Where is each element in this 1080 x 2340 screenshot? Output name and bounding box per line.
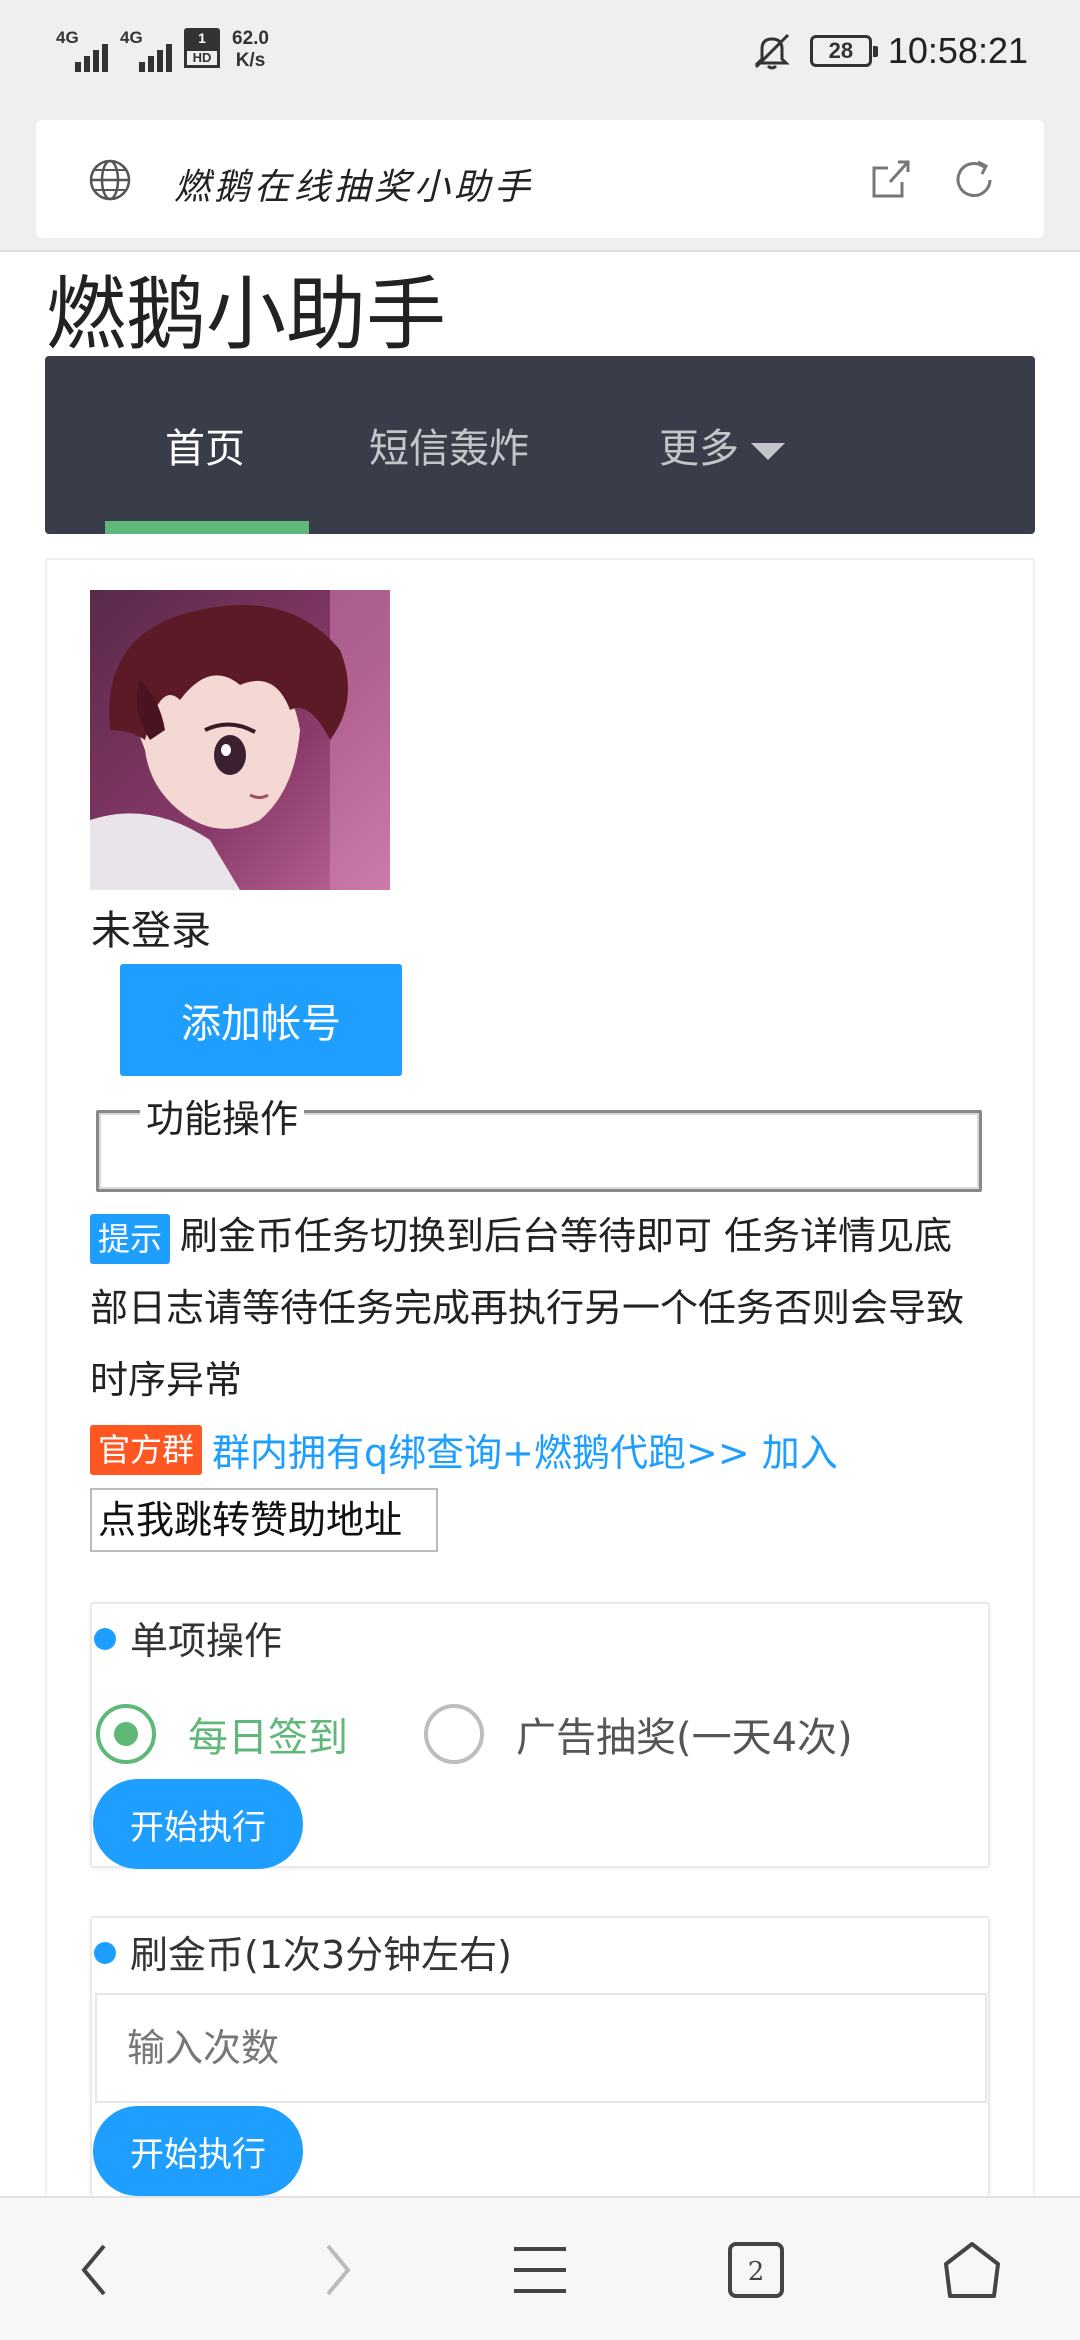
browser-page-title[interactable]: 燃鹅在线抽奖小助手 <box>174 158 534 210</box>
tip-notice: 提示 刷金币任务切换到后台等待即可 任务详情见底部日志请等待任务完成再执行另一个任… <box>90 1200 990 1416</box>
menu-button[interactable] <box>480 2198 600 2340</box>
radio-ad-lottery-label: 广告抽奖(一天4次) <box>516 1715 853 1761</box>
hd-bottom-label: HD <box>184 48 220 68</box>
home-icon <box>944 2242 1000 2298</box>
forward-button[interactable] <box>276 2198 396 2340</box>
battery-icon: 28 <box>809 35 878 67</box>
radio-daily-signin-label: 每日签到 <box>188 1715 348 1761</box>
reload-icon[interactable] <box>950 156 998 204</box>
coin-op-title: 刷金币(1次3分钟左右) <box>94 1924 513 1979</box>
count-input[interactable] <box>95 1993 987 2103</box>
tip-text: 刷金币任务切换到后台等待即可 任务详情见底部日志请等待任务完成再执行另一个任务否… <box>90 1214 965 1402</box>
caret-down-icon <box>751 442 785 460</box>
nav-active-indicator <box>105 521 309 534</box>
fieldset-legend: 功能操作 <box>140 1088 305 1143</box>
tab-count: 2 <box>748 2257 765 2287</box>
hd-voice-icon: 1 HD <box>184 28 220 72</box>
share-icon[interactable] <box>868 156 916 204</box>
main-nav: 首页 短信轰炸 更多 <box>45 356 1035 534</box>
sponsor-button[interactable]: 点我跳转赞助地址 <box>90 1488 438 1552</box>
bullet-dot <box>94 1942 116 1964</box>
avatar <box>90 590 390 890</box>
nav-more-label: 更多 <box>659 426 739 472</box>
site-title: 燃鹅小助手 <box>46 268 446 361</box>
chevron-right-icon <box>326 2244 351 2296</box>
signal-icon-2: 4G <box>120 28 172 72</box>
nav-sms-bomb[interactable]: 短信轰炸 <box>369 416 529 474</box>
hd-top-label: 1 <box>184 28 220 48</box>
tabs-icon: 2 <box>728 2242 784 2298</box>
group-line: 官方群 群内拥有q绑查询+燃鹅代跑>> 加入 <box>90 1422 838 1477</box>
network-speed: 62.0 K/s <box>232 28 269 72</box>
single-op-run-button[interactable]: 开始执行 <box>93 1779 303 1869</box>
add-account-button[interactable]: 添加帐号 <box>120 964 402 1076</box>
chevron-left-icon <box>81 2244 106 2296</box>
globe-icon <box>89 159 131 201</box>
bullet-dot <box>94 1628 116 1650</box>
network-speed-value: 62.0 <box>232 28 269 49</box>
radio-daily-signin[interactable]: 每日签到 <box>96 1704 348 1764</box>
radio-ad-lottery[interactable]: 广告抽奖(一天4次) <box>424 1704 853 1764</box>
status-bar: 4G 4G 1 HD 62.0 K/s 28 10:58:21 <box>0 0 1080 112</box>
nav-more[interactable]: 更多 <box>659 416 785 474</box>
back-button[interactable] <box>36 2198 156 2340</box>
url-box[interactable]: 燃鹅在线抽奖小助手 <box>36 120 1044 238</box>
network-speed-unit: K/s <box>235 50 266 71</box>
radio-checked-icon <box>96 1704 156 1764</box>
browser-bottom-nav: 2 <box>0 2196 1080 2340</box>
single-op-title-text: 单项操作 <box>130 1619 283 1663</box>
official-group-tag: 官方群 <box>90 1424 203 1475</box>
signal-icon: 4G <box>56 28 108 72</box>
single-op-title: 单项操作 <box>94 1610 283 1665</box>
tip-tag: 提示 <box>90 1213 171 1264</box>
coin-op-title-text: 刷金币(1次3分钟左右) <box>130 1933 513 1977</box>
coin-op-run-button[interactable]: 开始执行 <box>93 2106 303 2196</box>
browser-address-bar: 燃鹅在线抽奖小助手 <box>0 112 1080 252</box>
tabs-button[interactable]: 2 <box>696 2198 816 2340</box>
radio-unchecked-icon <box>424 1704 484 1764</box>
status-time: 10:58:21 <box>887 30 1028 71</box>
join-group-link[interactable]: 群内拥有q绑查询+燃鹅代跑>> 加入 <box>212 1422 838 1477</box>
nav-home[interactable]: 首页 <box>165 416 245 474</box>
login-status: 未登录 <box>91 908 211 954</box>
home-button[interactable] <box>912 2198 1032 2340</box>
mute-bell-icon <box>754 33 790 70</box>
menu-icon <box>514 2247 566 2293</box>
